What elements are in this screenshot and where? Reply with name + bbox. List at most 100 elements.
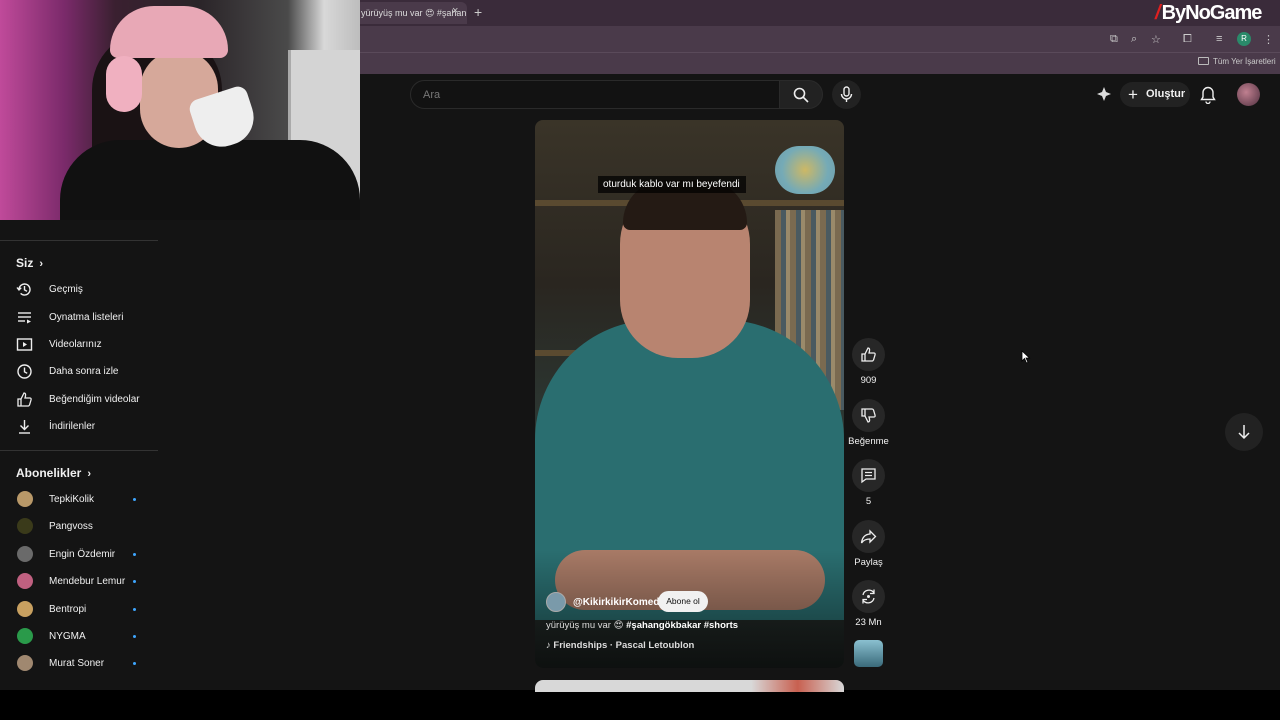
download-icon (19, 420, 30, 434)
video-caption: oturduk kablo var mı beyefendi (598, 176, 746, 193)
short-title[interactable]: yürüyüş mu var 😍 #şahangökbakar #shorts (546, 620, 738, 631)
playlist-icon (18, 312, 31, 324)
share-button[interactable] (852, 520, 885, 553)
browser-menu-icon[interactable]: ⋮ (1263, 33, 1274, 46)
dislike-label: Beğenme (848, 436, 889, 447)
remix-button[interactable] (852, 580, 885, 613)
like-button[interactable] (852, 338, 885, 371)
cam-headphone (106, 56, 142, 112)
sidebar-item-your-videos[interactable]: Videolarınız (0, 331, 158, 358)
install-icon[interactable]: ⧉ (1110, 33, 1118, 46)
browser-tab[interactable]: yürüyüş mu var 😍 #şahan (355, 2, 467, 24)
sidebar-item-playlists[interactable]: Oynatma listeleri (0, 304, 158, 331)
subscription-item[interactable]: NYGMA (0, 623, 158, 650)
notifications-bell-icon[interactable] (1200, 86, 1216, 104)
thumbs-down-icon (861, 408, 876, 423)
new-content-dot (133, 607, 136, 611)
channel-avatar[interactable] (546, 592, 566, 612)
sidebar: Siz › Geçmiş Oynatma listeleri Videoların… (0, 220, 160, 690)
extensions-icon[interactable]: ⧠ (1183, 33, 1192, 46)
channel-name[interactable]: @KikirkikirKomedi (573, 597, 662, 608)
remix-count: 23 Mn (855, 617, 882, 628)
video-channel-logo (775, 146, 835, 194)
cam-bandana (110, 6, 228, 58)
bottom-black-bar (0, 690, 1280, 720)
your-videos-icon (16, 338, 33, 351)
search-button[interactable] (779, 80, 823, 109)
create-button[interactable]: + Oluştur (1120, 82, 1190, 107)
subscription-name: Murat Soner (49, 658, 105, 670)
short-video-player[interactable] (535, 120, 844, 668)
subscription-item[interactable]: Pangvoss (0, 513, 158, 540)
watch-later-icon (17, 364, 32, 379)
subscription-item[interactable]: Mendebur Lemur (0, 568, 158, 595)
share-label: Paylaş (854, 557, 883, 568)
channel-avatar (17, 491, 33, 507)
new-content-dot (133, 580, 136, 584)
watermark-text: ByNoGame (1161, 2, 1263, 24)
subscriptions-title-text: Abonelikler (16, 466, 82, 480)
voice-search-button[interactable] (832, 80, 861, 109)
webcam-overlay (0, 0, 360, 220)
sidebar-item-history[interactable]: Geçmiş (0, 276, 158, 303)
next-short-preview[interactable] (535, 680, 844, 692)
sound-thumbnail[interactable] (854, 640, 883, 667)
sidebar-item-label: Oynatma listeleri (49, 312, 124, 323)
account-avatar[interactable] (1237, 83, 1260, 106)
subscription-item[interactable]: TepkiKolik (0, 486, 158, 513)
comment-count: 5 (865, 496, 872, 507)
channel-avatar (17, 518, 33, 535)
watermark-slash-icon: / (1155, 2, 1160, 24)
subscription-item[interactable]: Bentropi (0, 596, 158, 623)
subscription-item[interactable]: Engin Özdemir (0, 541, 158, 568)
search-placeholder: Ara (423, 89, 441, 101)
music-link[interactable]: ♪ Friendships · Pascal Letoublon (546, 640, 694, 651)
you-section-title[interactable]: Siz › (16, 256, 43, 270)
zoom-icon[interactable]: ⌕ (1131, 33, 1137, 46)
sidebar-divider (0, 450, 158, 451)
short-hashtags[interactable]: #şahangökbakar #shorts (626, 620, 738, 631)
arrow-down-icon (1238, 425, 1250, 440)
share-icon (860, 529, 877, 544)
sidebar-item-liked-videos[interactable]: Beğendiğim videolar (0, 386, 158, 413)
chevron-right-icon: › (39, 258, 44, 270)
subscription-name: TepkiKolik (49, 494, 95, 505)
comment-icon (861, 468, 876, 484)
sidebar-item-watch-later[interactable]: Daha sonra izle (0, 358, 158, 385)
short-title-text: yürüyüş mu var 😍 (546, 620, 627, 631)
chevron-right-icon: › (87, 468, 92, 480)
search-input[interactable]: Ara (410, 80, 780, 109)
new-content-dot (133, 552, 136, 556)
liked-icon (17, 392, 32, 407)
remix-icon (862, 589, 875, 604)
sidebar-item-label: Daha sonra izle (49, 366, 119, 377)
bookmark-star-icon[interactable]: ☆ (1151, 33, 1161, 46)
comments-button[interactable] (852, 459, 885, 492)
cam-body (60, 140, 360, 220)
browser-profile-avatar[interactable]: R (1237, 32, 1251, 46)
plus-icon: + (1128, 85, 1138, 104)
you-title-text: Siz (16, 256, 34, 270)
all-bookmarks-link[interactable]: Tüm Yer İşaretleri (1213, 57, 1276, 66)
sidebar-item-downloads[interactable]: İndirilenler (0, 413, 158, 440)
subscription-item[interactable]: Murat Soner (0, 650, 158, 677)
media-icon[interactable]: ≡ (1216, 33, 1222, 45)
subscribe-button[interactable]: Abone ol (658, 591, 708, 612)
subscription-name: Mendebur Lemur (49, 576, 126, 588)
like-count: 909 (860, 375, 877, 386)
new-content-dot (133, 498, 136, 501)
new-tab-icon[interactable]: + (474, 4, 482, 20)
channel-avatar (17, 573, 33, 590)
channel-avatar (17, 628, 33, 644)
thumbs-up-icon (861, 347, 876, 362)
subscription-name: Engin Özdemir (49, 548, 116, 560)
subscriptions-section-title[interactable]: Abonelikler › (16, 466, 91, 480)
sparkle-icon[interactable] (1096, 86, 1112, 102)
subscription-name: NYGMA (49, 631, 86, 642)
mouse-cursor-icon (1021, 350, 1031, 364)
next-short-button[interactable] (1225, 413, 1263, 451)
channel-avatar (17, 545, 33, 562)
tab-close-icon[interactable]: × (452, 5, 458, 17)
dislike-button[interactable] (852, 399, 885, 432)
channel-avatar (17, 655, 33, 672)
